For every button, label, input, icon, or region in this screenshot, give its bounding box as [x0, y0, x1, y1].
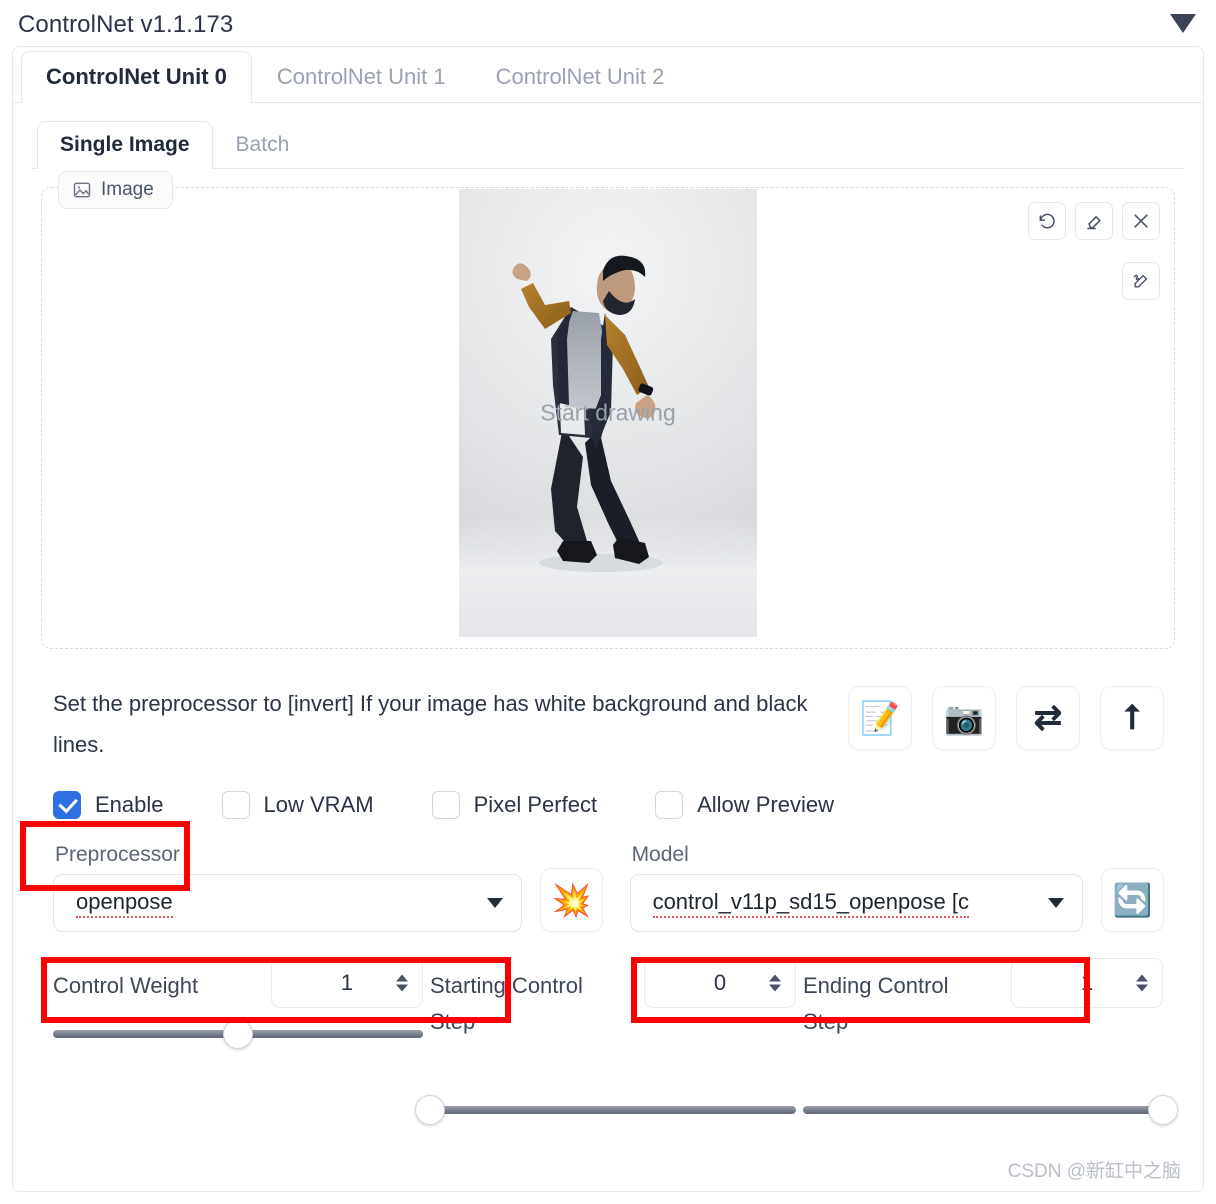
- preprocessor-field: Preprocessor openpose: [53, 843, 522, 932]
- starting-control-step-label: Starting Control Step: [430, 973, 583, 1034]
- ending-control-step-number[interactable]: 1: [1011, 958, 1163, 1008]
- image-drop-area[interactable]: Image Start drawing: [41, 171, 1175, 649]
- image-toolbar: [1028, 202, 1160, 240]
- checkbox-allow-preview-label: Allow Preview: [697, 792, 834, 817]
- model-select[interactable]: control_v11p_sd15_openpose [c: [629, 874, 1083, 932]
- slider-row: Control Weight 1 Starting Control Step 0: [53, 958, 1178, 1125]
- ending-control-step-thumb[interactable]: [1148, 1095, 1178, 1125]
- ending-control-step-label: Ending Control Step: [803, 973, 949, 1034]
- checkbox-enable-box[interactable]: [53, 791, 81, 819]
- preprocessor-value: openpose: [76, 889, 173, 918]
- accordion-header[interactable]: ControlNet v1.1.173: [0, 0, 1216, 38]
- image-action-buttons: 📝 📷 ⇄ ⭡: [849, 687, 1163, 749]
- model-field: Model control_v11p_sd15_openpose [c: [629, 843, 1083, 932]
- controlnet-panel: ControlNet Unit 0 ControlNet Unit 1 Cont…: [12, 46, 1204, 1192]
- starting-control-step-stepper[interactable]: [769, 974, 781, 992]
- page-title: ControlNet v1.1.173: [18, 11, 234, 38]
- unit-tabstrip: ControlNet Unit 0 ControlNet Unit 1 Cont…: [13, 47, 1203, 103]
- send-dimensions-button[interactable]: ⭡: [1101, 687, 1163, 749]
- starting-control-step-track[interactable]: [415, 1095, 796, 1125]
- dancer-photo: [512, 255, 663, 572]
- open-new-canvas-button[interactable]: 📝: [849, 687, 911, 749]
- pen-icon[interactable]: [1122, 262, 1160, 300]
- refresh-models-button[interactable]: 🔄: [1102, 869, 1163, 931]
- uploaded-image[interactable]: Start drawing: [459, 189, 757, 637]
- control-weight-label: Control Weight: [53, 973, 199, 998]
- control-weight-number[interactable]: 1: [271, 958, 423, 1008]
- memo-icon: 📝: [860, 700, 900, 736]
- control-weight-track[interactable]: [53, 1019, 423, 1049]
- preprocessor-label: Preprocessor: [55, 843, 180, 866]
- mirror-webcam-button[interactable]: ⇄: [1017, 687, 1079, 749]
- image-chip-label: Image: [101, 179, 154, 200]
- preprocessor-note-row: Set the preprocessor to [invert] If your…: [53, 683, 1163, 765]
- caret-down-icon[interactable]: [1170, 14, 1196, 33]
- ending-control-step-value: 1: [1080, 970, 1094, 995]
- slider-ending-control-step: Ending Control Step 1: [803, 958, 1178, 1125]
- eraser-icon[interactable]: [1075, 202, 1113, 240]
- starting-control-step-thumb[interactable]: [415, 1095, 445, 1125]
- undo-icon[interactable]: [1028, 202, 1066, 240]
- control-weight-value: 1: [340, 970, 354, 995]
- tab-controlnet-unit-2[interactable]: ControlNet Unit 2: [471, 51, 690, 103]
- watermark: CSDN @新缸中之脑: [1007, 1161, 1181, 1182]
- tab-controlnet-unit-1[interactable]: ControlNet Unit 1: [252, 51, 471, 103]
- checkbox-low-vram[interactable]: Low VRAM: [221, 791, 374, 819]
- checkbox-pixel-perfect-box[interactable]: [431, 791, 460, 819]
- camera-icon: 📷: [944, 700, 984, 736]
- slider-control-weight: Control Weight 1: [53, 958, 423, 1114]
- refresh-icon: 🔄: [1112, 882, 1153, 918]
- close-icon[interactable]: [1122, 202, 1160, 240]
- collision-icon: 💥: [551, 882, 592, 918]
- starting-control-step-number[interactable]: 0: [644, 958, 796, 1008]
- run-preprocessor-button[interactable]: 💥: [541, 869, 603, 931]
- checkbox-pixel-perfect[interactable]: Pixel Perfect: [431, 791, 598, 819]
- checkbox-enable-label: Enable: [95, 792, 164, 817]
- image-chip: Image: [58, 171, 173, 209]
- preprocessor-model-row: Preprocessor openpose 💥 Model control_v1…: [53, 843, 1163, 932]
- checkbox-allow-preview-box[interactable]: [655, 791, 684, 819]
- control-weight-stepper[interactable]: [396, 974, 408, 992]
- draw-toolbar: [1122, 262, 1160, 300]
- slider-starting-control-step: Starting Control Step 0: [415, 958, 796, 1125]
- checkbox-allow-preview[interactable]: Allow Preview: [655, 791, 834, 819]
- tab-batch[interactable]: Batch: [213, 121, 313, 169]
- preprocessor-select[interactable]: openpose: [53, 874, 522, 932]
- webcam-button[interactable]: 📷: [933, 687, 995, 749]
- starting-control-step-value: 0: [713, 970, 727, 995]
- chevron-down-icon[interactable]: [486, 898, 503, 908]
- up-arrow-icon: ⭡: [1124, 699, 1140, 737]
- options-row: Enable Low VRAM Pixel Perfect Allow Prev…: [53, 791, 1185, 819]
- tab-single-image[interactable]: Single Image: [37, 121, 213, 169]
- tab-controlnet-unit-0[interactable]: ControlNet Unit 0: [21, 51, 252, 103]
- model-value: control_v11p_sd15_openpose [c: [652, 889, 969, 918]
- swap-arrows-icon: ⇄: [1033, 699, 1063, 737]
- ending-control-step-track[interactable]: [803, 1095, 1178, 1125]
- checkbox-enable[interactable]: Enable: [53, 791, 164, 819]
- checkbox-low-vram-box[interactable]: [221, 791, 250, 819]
- image-placeholder-icon: [72, 180, 92, 200]
- checkbox-pixel-perfect-label: Pixel Perfect: [473, 792, 598, 817]
- control-weight-thumb[interactable]: [223, 1019, 253, 1049]
- ending-control-step-stepper[interactable]: [1136, 974, 1148, 992]
- source-tabstrip: Single Image Batch: [31, 115, 1185, 169]
- model-label: Model: [631, 843, 689, 866]
- chevron-down-icon[interactable]: [1047, 898, 1064, 908]
- preprocessor-note: Set the preprocessor to [invert] If your…: [53, 691, 808, 757]
- checkbox-low-vram-label: Low VRAM: [263, 792, 374, 817]
